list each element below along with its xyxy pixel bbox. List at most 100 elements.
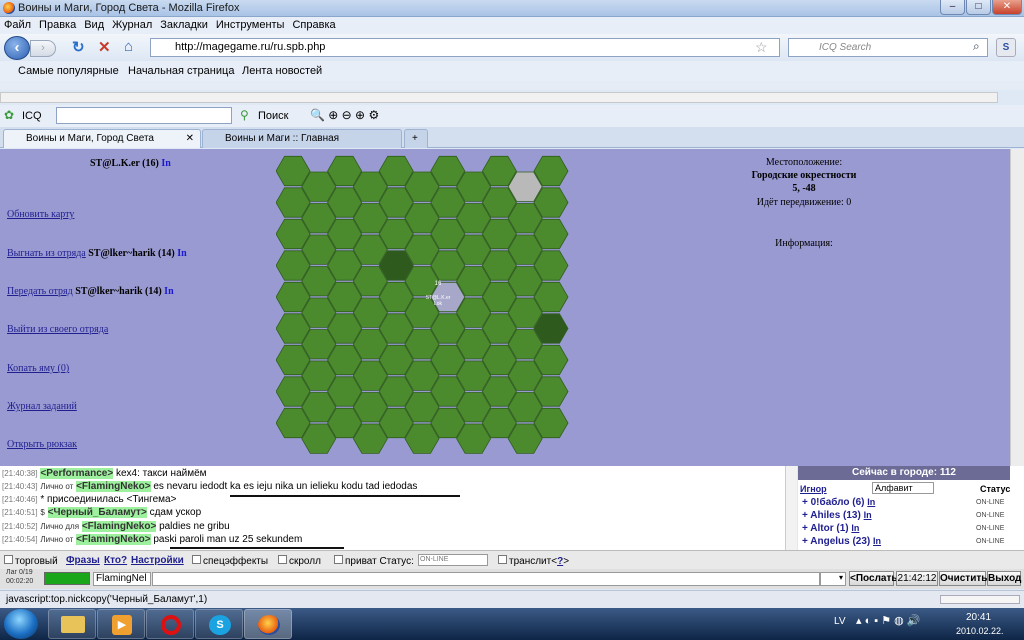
message-input[interactable] [152,572,820,586]
color-select[interactable] [44,572,90,585]
chat-nick[interactable]: <Performance> [40,468,114,479]
online-user[interactable]: + Altor (1) In [802,523,859,534]
bookmarks-bar: Самые популярные Начальная страница Лент… [0,61,1024,81]
chat-message: [21:40:38] <Performance> kex4: такси най… [2,468,207,479]
tab-active[interactable]: Воины и Маги, Город Света ✕ [3,129,201,148]
zoom-icons[interactable]: 🔍 ⊕ ⊖ ⊕ ⚙ [310,108,379,122]
tray-icons[interactable]: ▴ ◐ ▪ ⚑ ◍ 🔊 [856,614,921,627]
menu-bar: Файл Правка Вид Журнал Закладки Инструменты Сп… [0,17,1024,34]
ignore-link[interactable]: Игнор [800,484,827,494]
new-tab-button[interactable]: + [404,129,428,148]
user-status: ON-LINE [976,512,1005,519]
start-button[interactable] [4,609,38,639]
hex-map[interactable]: 16ST@L.K.erLok [276,154,586,459]
clock-date[interactable]: 2010.02.22. [956,626,1004,636]
translit-checkbox[interactable]: транслит<?> [498,555,569,567]
quest-log-link[interactable]: Журнал заданий [7,401,77,412]
minimize-button[interactable]: – [940,0,965,15]
clock-time[interactable]: 20:41 [966,612,991,623]
clock-display: 21:42:12 [896,571,938,586]
reload-icon[interactable]: ↻ [72,38,85,56]
home-icon[interactable]: ⌂ [124,38,133,55]
private-checkbox[interactable]: приват Статус: [334,555,414,567]
dig-link[interactable]: Копать яму (0) [7,363,69,374]
tab-label: Воины и Маги, Город Света [26,133,154,144]
window-titlebar: Воины и Маги, Город Света - Mozilla Fire… [0,0,1024,17]
close-button[interactable]: ✕ [992,0,1022,15]
explorer-taskbar-button[interactable] [48,609,96,639]
menu-help[interactable]: Справка [288,17,339,33]
media-taskbar-button[interactable]: ▶ [97,609,145,639]
chat-nick[interactable]: <FlamingNeko> [76,534,151,545]
opera-icon [161,615,181,635]
trade-checkbox[interactable]: торговый [4,555,58,567]
sort-select[interactable]: Алфавит [872,482,934,494]
status-select[interactable]: ON-LINE [418,554,488,566]
online-user[interactable]: + Angelus (23) In [802,536,881,547]
effects-checkbox[interactable]: спецэффекты [192,555,268,567]
transfer-link[interactable]: Передать отряд [7,286,73,297]
transfer-row: Передать отряд ST@lker~harik (14) In [7,286,174,297]
url-text: http://magegame.ru/ru.spb.php [175,41,326,53]
icq-label[interactable]: ICQ [22,110,42,122]
leave-squad-link[interactable]: Выйти из своего отряда [7,324,108,335]
opera-taskbar-button[interactable] [146,609,194,639]
recipient-select[interactable]: ▾ [820,572,846,586]
url-bar[interactable]: http://magegame.ru/ru.spb.php ☆ [150,38,780,57]
clear-button[interactable]: Очистить [939,571,987,586]
forward-button[interactable]: › [30,40,56,57]
scroll-checkbox[interactable]: скролл [278,555,321,567]
chat-message: [21:40:52] Лично для <FlamingNeko> paldi… [2,521,230,532]
horizontal-scrollbar[interactable] [0,92,998,103]
chat-nick[interactable]: <FlamingNeko> [81,521,157,532]
toolbar-splitter[interactable] [0,81,1024,90]
menu-history[interactable]: Журнал [108,17,156,33]
search-box[interactable]: ICQ Search ⌕ [788,38,988,57]
stop-icon[interactable]: ✕ [98,38,111,56]
chat-nick[interactable]: <Черный_Баламут> [47,507,147,518]
tab-close-icon[interactable]: ✕ [186,133,194,144]
page-vertical-scrollbar[interactable] [1010,149,1024,468]
maximize-button[interactable]: □ [966,0,991,15]
online-user[interactable]: + Ahiles (13) In [802,510,872,521]
nick-field[interactable]: FlamingNel [93,572,151,586]
chat-scrollbar[interactable] [785,466,797,550]
icq-search-input[interactable] [56,107,232,124]
menu-edit[interactable]: Правка [35,17,80,33]
who-link[interactable]: Кто? [104,555,127,566]
timer-label: 00:02:20 [6,578,34,585]
settings-link[interactable]: Настройки [131,555,184,566]
skype-taskbar-button[interactable]: S [195,609,243,639]
backpack-link[interactable]: Открыть рюкзак [7,439,77,450]
kick-row: Выгнать из отряда ST@lker~harik (14) In [7,248,187,259]
language-indicator[interactable]: LV [834,616,846,627]
chat-nick[interactable]: <FlamingNeko> [76,481,151,492]
bookmark-popular[interactable]: Самые популярные [18,65,119,77]
player-name[interactable]: ST@L.K.er (16) In [90,158,171,169]
chat-message: [21:40:51] $ <Черный_Баламут> сдам ускор [2,507,202,518]
user-status: ON-LINE [976,538,1005,545]
refresh-map-link[interactable]: Обновить карту [7,209,74,220]
menu-file[interactable]: Файл [0,17,35,33]
exit-button[interactable]: Выход [987,571,1021,586]
menu-view[interactable]: Вид [80,17,108,33]
firefox-icon [258,615,280,635]
bookmark-start[interactable]: Начальная страница [128,65,234,77]
addon-s-icon[interactable]: S [996,38,1016,57]
search-icon[interactable]: ⌕ [973,39,980,54]
firefox-taskbar-button[interactable] [244,609,292,639]
kick-link[interactable]: Выгнать из отряда [7,248,86,259]
menu-tools[interactable]: Инструменты [212,17,289,33]
tab-main[interactable]: Воины и Маги :: Главная [202,129,402,148]
annotation-underline [230,495,460,497]
firefox-icon [3,2,15,14]
icq-search-button[interactable]: Поиск [258,110,288,122]
unit-tag: Lok [434,301,443,307]
bookmark-star-icon[interactable]: ☆ [755,39,768,56]
menu-bookmarks[interactable]: Закладки [156,17,212,33]
online-user[interactable]: + 0!бабло (6) In [802,497,875,508]
phrases-link[interactable]: Фразы [66,555,100,566]
send-button[interactable]: <Послать [849,571,898,586]
bookmark-news[interactable]: Лента новостей [242,65,322,77]
back-button[interactable]: ‹ [4,36,30,60]
